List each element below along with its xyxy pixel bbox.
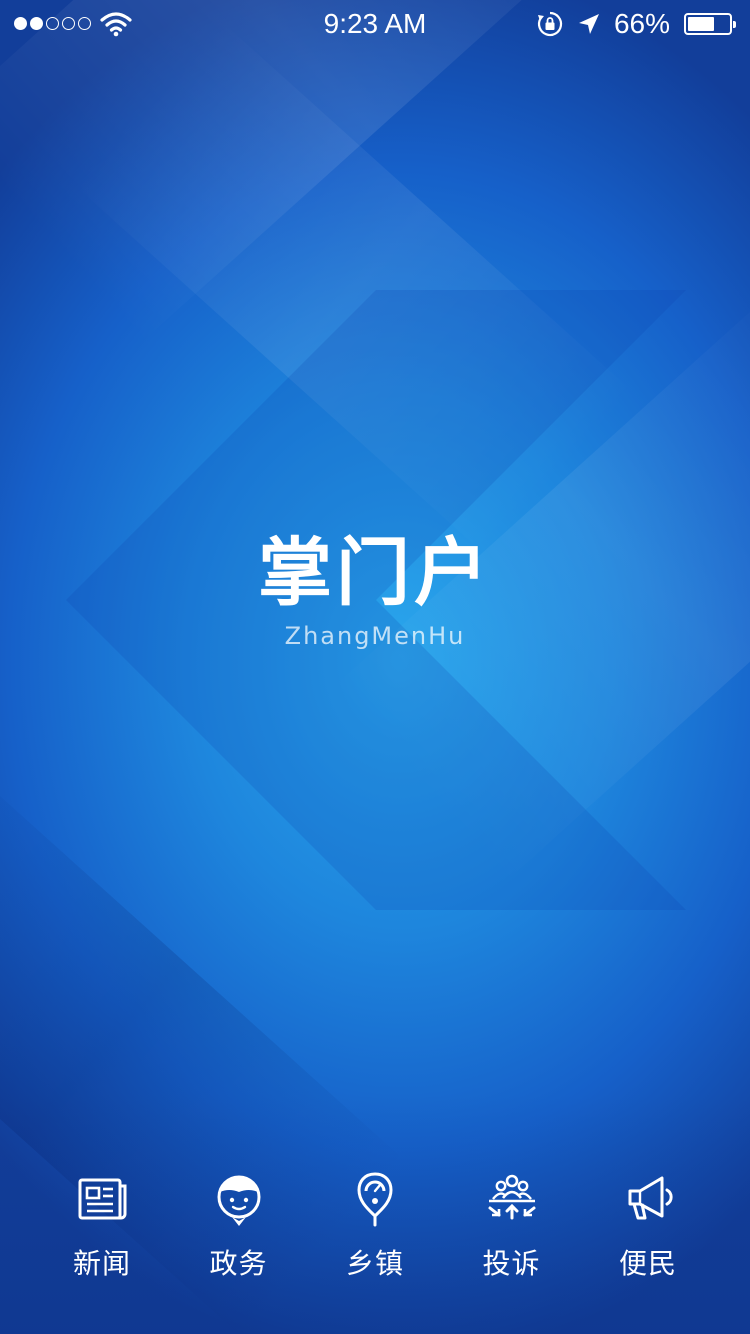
battery-percentage: 66% <box>613 8 670 39</box>
status-right-group: 66% <box>536 8 736 40</box>
splash-screen: 9:23 AM 66% 掌门户 ZhangMenHu 新闻 政务 乡镇 投诉 便… <box>0 0 750 1334</box>
newspaper-icon <box>78 1178 127 1220</box>
nav-item-news[interactable]: 新闻 <box>34 1170 170 1290</box>
rotation-lock-icon <box>537 11 563 37</box>
nav-item-township[interactable]: 乡镇 <box>307 1170 443 1290</box>
light-band <box>0 0 661 343</box>
app-title: 掌门户 <box>258 530 492 616</box>
official-person-icon <box>217 1175 260 1226</box>
app-subtitle: ZhangMenHu <box>284 622 466 650</box>
nav-label: 投诉 <box>482 1247 541 1280</box>
battery-level-fill <box>688 17 714 31</box>
status-bar: 9:23 AM 66% <box>0 0 750 50</box>
nav-label: 政务 <box>209 1247 268 1280</box>
nav-label: 便民 <box>618 1247 677 1280</box>
nav-item-complaint[interactable]: 投诉 <box>444 1170 580 1290</box>
bottom-nav: 新闻 政务 乡镇 投诉 便民 <box>34 1170 716 1290</box>
nav-item-convenience[interactable]: 便民 <box>580 1170 716 1290</box>
nav-label: 乡镇 <box>345 1247 404 1280</box>
battery-icon <box>684 13 736 35</box>
nav-item-government[interactable]: 政务 <box>171 1170 307 1290</box>
battery-tip <box>733 21 736 28</box>
location-pin-icon <box>357 1172 393 1227</box>
nav-label: 新闻 <box>72 1247 131 1280</box>
complaint-group-icon <box>488 1174 535 1220</box>
megaphone-icon <box>628 1176 673 1220</box>
light-band <box>72 20 637 559</box>
brand-block: 掌门户 ZhangMenHu <box>0 528 750 650</box>
location-arrow-icon <box>578 14 599 34</box>
